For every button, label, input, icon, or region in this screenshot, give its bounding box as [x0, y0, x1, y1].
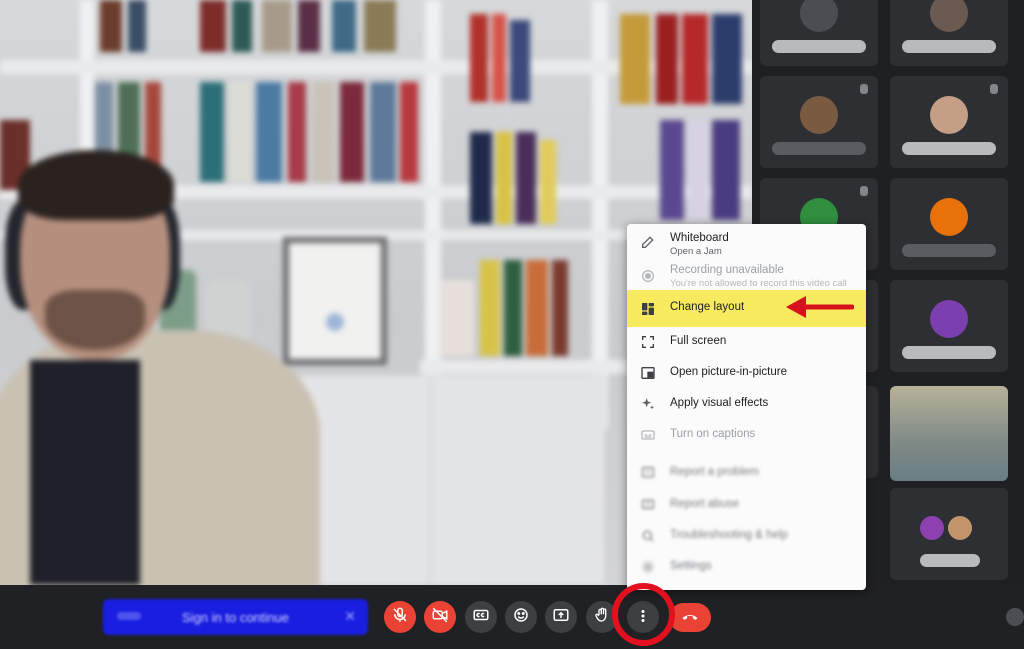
pip-icon [639, 364, 657, 382]
hangup-icon [680, 606, 700, 629]
gear-icon [639, 558, 657, 576]
end-call-button[interactable] [669, 603, 711, 632]
menu-item-full-screen[interactable]: Full screen [627, 327, 866, 358]
camera-off-button[interactable] [424, 601, 456, 633]
account-icon [117, 612, 141, 620]
menu-item-label: Settings [670, 560, 712, 572]
menu-item-troubleshooting[interactable]: Troubleshooting & help [627, 521, 866, 552]
mic-off-button[interactable] [384, 601, 416, 633]
participant-tile[interactable] [890, 0, 1008, 66]
menu-item-label: Open picture-in-picture [670, 366, 787, 378]
sign-in-button[interactable]: Sign in to continue ✕ [103, 599, 368, 635]
menu-item-captions: Turn on captions [627, 420, 866, 451]
sign-in-label: Sign in to continue [182, 609, 289, 625]
raise-hand-button[interactable] [586, 601, 618, 633]
menu-item-sublabel: Open a Jam [670, 246, 722, 257]
layout-icon [639, 300, 657, 318]
participant-tile[interactable] [760, 0, 878, 66]
menu-item-picture-in-picture[interactable]: Open picture-in-picture [627, 358, 866, 389]
abuse-icon [639, 496, 657, 514]
smiley-icon [512, 606, 530, 628]
fullscreen-icon [639, 333, 657, 351]
record-icon [639, 267, 657, 285]
participant-tile[interactable] [890, 488, 1008, 580]
menu-item-settings[interactable]: Settings [627, 552, 866, 583]
menu-item-sublabel: You're not allowed to record this video … [670, 278, 847, 289]
menu-item-label: Report a problem [670, 466, 759, 478]
more-options-button[interactable] [627, 601, 659, 633]
help-icon [639, 527, 657, 545]
emoji-button[interactable] [505, 601, 537, 633]
participant-video-tile[interactable] [890, 386, 1008, 481]
hand-icon [593, 606, 611, 628]
menu-item-label: Full screen [670, 335, 727, 347]
participant-tile[interactable] [890, 178, 1008, 270]
camera-off-icon [431, 606, 449, 628]
menu-item-change-layout[interactable]: Change layout [627, 290, 866, 327]
dots-vertical-icon [634, 607, 652, 628]
menu-item-label: Recording unavailable [670, 264, 784, 276]
menu-item-label: Change layout [670, 301, 745, 313]
menu-item-label: Report abuse [670, 498, 740, 510]
close-icon[interactable]: ✕ [344, 608, 356, 625]
pencil-icon [639, 233, 657, 251]
present-icon [552, 606, 570, 628]
participant-tile[interactable] [890, 76, 1008, 168]
menu-item-whiteboard[interactable]: Whiteboard Open a Jam [627, 224, 866, 260]
cc-icon [472, 606, 490, 628]
mic-off-icon [391, 606, 409, 628]
report-icon [639, 464, 657, 482]
menu-item-label: Apply visual effects [670, 397, 769, 409]
participant-tile[interactable] [760, 76, 878, 168]
captions-icon [639, 426, 657, 444]
menu-item-visual-effects[interactable]: Apply visual effects [627, 389, 866, 420]
menu-item-label: Whiteboard [670, 232, 729, 244]
menu-item-report-abuse[interactable]: Report abuse [627, 490, 866, 521]
present-button[interactable] [545, 601, 577, 633]
people-icon[interactable] [1006, 608, 1024, 626]
menu-item-label: Troubleshooting & help [670, 529, 788, 541]
menu-item-report-problem[interactable]: Report a problem [627, 458, 866, 489]
sparkle-icon [639, 395, 657, 413]
menu-item-label: Turn on captions [670, 428, 756, 440]
menu-item-recording: Recording unavailable You're not allowed… [627, 260, 866, 292]
captions-button[interactable] [465, 601, 497, 633]
participant-tile[interactable] [890, 280, 1008, 372]
meeting-window: Sign in to continue ✕ Whiteboard Open a … [0, 0, 1024, 649]
more-options-menu: Whiteboard Open a Jam Recording unavaila… [627, 224, 866, 590]
